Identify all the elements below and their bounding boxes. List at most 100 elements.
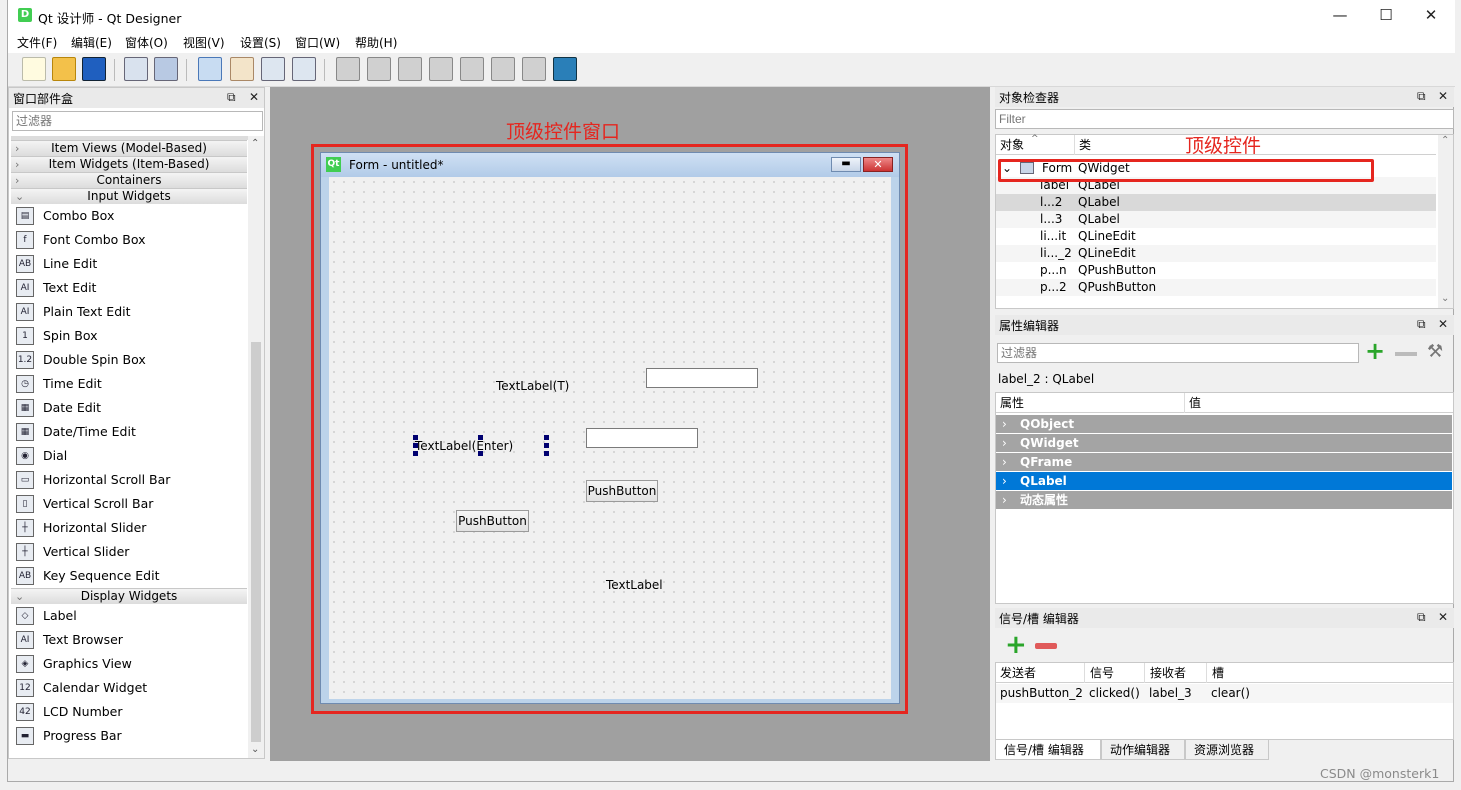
selection-handle[interactable]: [413, 451, 418, 456]
open-folder-icon[interactable]: [52, 57, 76, 81]
line-edit-2[interactable]: [586, 428, 698, 448]
remove-property-icon[interactable]: [1395, 352, 1417, 356]
layout-horizontal-splitter-icon[interactable]: [398, 57, 422, 81]
object-tree-row[interactable]: l...3 QLabel: [996, 211, 1436, 228]
break-layout-icon[interactable]: [522, 57, 546, 81]
object-tree-row[interactable]: p...2 QPushButton: [996, 279, 1436, 296]
menu-view[interactable]: 视图(V): [183, 34, 225, 51]
category-item-views[interactable]: › Item Views (Model-Based): [11, 140, 247, 156]
property-group[interactable]: › QObject: [996, 415, 1452, 434]
selection-handle[interactable]: [544, 435, 549, 440]
scrollbar-thumb[interactable]: [251, 342, 261, 742]
edit-signals-slots-icon[interactable]: [230, 57, 254, 81]
selection-handle[interactable]: [413, 435, 418, 440]
widget-item[interactable]: AI Text Browser: [11, 628, 247, 652]
push-button-2[interactable]: PushButton: [586, 480, 658, 502]
push-button-1[interactable]: PushButton: [456, 510, 529, 532]
menu-window[interactable]: 窗口(W): [295, 34, 340, 51]
add-property-icon[interactable]: +: [1365, 339, 1385, 363]
remove-connection-icon[interactable]: [1035, 643, 1057, 649]
selection-handle[interactable]: [478, 451, 483, 456]
widget-item[interactable]: 1 Spin Box: [11, 324, 247, 348]
object-filter-input[interactable]: [995, 109, 1454, 129]
scroll-down-icon[interactable]: ⌄: [1441, 293, 1449, 304]
property-filter-input[interactable]: [997, 343, 1359, 363]
object-tree-row[interactable]: p...n QPushButton: [996, 262, 1436, 279]
close-button[interactable]: ✕: [1408, 0, 1454, 31]
widget-item[interactable]: 12 Calendar Widget: [11, 676, 247, 700]
widget-item[interactable]: ◇ Label: [11, 604, 247, 628]
category-display-widgets[interactable]: ⌄ Display Widgets: [11, 588, 247, 604]
close-dock-icon[interactable]: ✕: [249, 90, 259, 104]
form-canvas[interactable]: TextLabel(T) TextLabel(Enter) PushButton…: [329, 177, 891, 699]
object-tree-row[interactable]: li...it QLineEdit: [996, 228, 1436, 245]
scroll-up-icon[interactable]: ⌃: [251, 138, 259, 149]
menu-help[interactable]: 帮助(H): [355, 34, 397, 51]
widget-item[interactable]: ◷ Time Edit: [11, 372, 247, 396]
selection-handle[interactable]: [544, 451, 549, 456]
category-item-widgets[interactable]: › Item Widgets (Item-Based): [11, 156, 247, 172]
column-header-slot[interactable]: 槽: [1206, 663, 1224, 683]
scroll-down-icon[interactable]: ⌄: [251, 744, 259, 755]
selection-handle[interactable]: [544, 443, 549, 448]
widget-item[interactable]: AI Text Edit: [11, 276, 247, 300]
layout-form-icon[interactable]: [460, 57, 484, 81]
menu-file[interactable]: 文件(F): [17, 34, 57, 51]
object-tree-scrollbar[interactable]: ⌃ ⌄: [1438, 135, 1453, 308]
widget-box-scrollbar[interactable]: ⌃ ⌄: [248, 136, 264, 758]
close-dock-icon[interactable]: ✕: [1438, 89, 1448, 103]
send-to-back-icon[interactable]: [124, 57, 148, 81]
edit-buddies-icon[interactable]: [261, 57, 285, 81]
close-dock-icon[interactable]: ✕: [1438, 317, 1448, 331]
property-group[interactable]: › QFrame: [996, 453, 1452, 472]
category-containers[interactable]: › Containers: [11, 172, 247, 188]
label-text-enter[interactable]: TextLabel(Enter): [415, 439, 513, 453]
widget-item[interactable]: ┼ Horizontal Slider: [11, 516, 247, 540]
layout-vertical-icon[interactable]: [367, 57, 391, 81]
widget-item[interactable]: ▬ Progress Bar: [11, 724, 247, 748]
layout-horizontal-icon[interactable]: [336, 57, 360, 81]
edit-widgets-icon[interactable]: [198, 57, 222, 81]
float-dock-icon[interactable]: ⧉: [1417, 610, 1426, 625]
bring-to-front-icon[interactable]: [154, 57, 178, 81]
column-header-sender[interactable]: 发送者: [1000, 663, 1036, 683]
edit-tab-order-icon[interactable]: [292, 57, 316, 81]
property-group[interactable]: › QWidget: [996, 434, 1452, 453]
widget-item[interactable]: ▦ Date Edit: [11, 396, 247, 420]
tab-action-editor[interactable]: 动作编辑器: [1101, 740, 1185, 760]
widget-item[interactable]: f Font Combo Box: [11, 228, 247, 252]
widget-box-filter-input[interactable]: [12, 111, 263, 131]
property-group[interactable]: › 动态属性: [996, 491, 1452, 510]
column-header-value[interactable]: 值: [1184, 393, 1201, 413]
object-tree-row[interactable]: li..._2 QLineEdit: [996, 245, 1436, 262]
menu-form[interactable]: 窗体(O): [125, 34, 168, 51]
widget-item[interactable]: ▯ Vertical Scroll Bar: [11, 492, 247, 516]
widget-item[interactable]: ▭ Horizontal Scroll Bar: [11, 468, 247, 492]
widget-item[interactable]: ◈ Graphics View: [11, 652, 247, 676]
connection-row[interactable]: pushButton_2 clicked() label_3 clear(): [996, 684, 1453, 703]
save-icon[interactable]: [82, 57, 106, 81]
object-tree-row[interactable]: l...2 QLabel: [996, 194, 1436, 211]
column-header-class[interactable]: 类: [1074, 135, 1091, 155]
form-window[interactable]: Qt Form - untitled* ▬ ✕ TextLabel(T) Tex…: [320, 152, 900, 704]
layout-grid-icon[interactable]: [491, 57, 515, 81]
float-dock-icon[interactable]: ⧉: [227, 90, 236, 105]
label-3[interactable]: TextLabel: [606, 578, 663, 592]
layout-vertical-splitter-icon[interactable]: [429, 57, 453, 81]
menu-edit[interactable]: 编辑(E): [71, 34, 112, 51]
widget-item[interactable]: 42 LCD Number: [11, 700, 247, 724]
line-edit-1[interactable]: [646, 368, 758, 388]
selection-handle[interactable]: [478, 435, 483, 440]
maximize-button[interactable]: ☐: [1363, 0, 1409, 31]
column-header-signal[interactable]: 信号: [1084, 663, 1114, 683]
widget-item[interactable]: AB Line Edit: [11, 252, 247, 276]
widget-item[interactable]: ▤ Combo Box: [11, 204, 247, 228]
menu-settings[interactable]: 设置(S): [240, 34, 281, 51]
column-header-property[interactable]: 属性: [1000, 393, 1024, 413]
widget-item[interactable]: 1.2 Double Spin Box: [11, 348, 247, 372]
tab-resource-browser[interactable]: 资源浏览器: [1185, 740, 1269, 760]
float-dock-icon[interactable]: ⧉: [1417, 317, 1426, 332]
widget-item[interactable]: AI Plain Text Edit: [11, 300, 247, 324]
widget-item[interactable]: ┼ Vertical Slider: [11, 540, 247, 564]
label-text-t[interactable]: TextLabel(T): [496, 379, 569, 393]
